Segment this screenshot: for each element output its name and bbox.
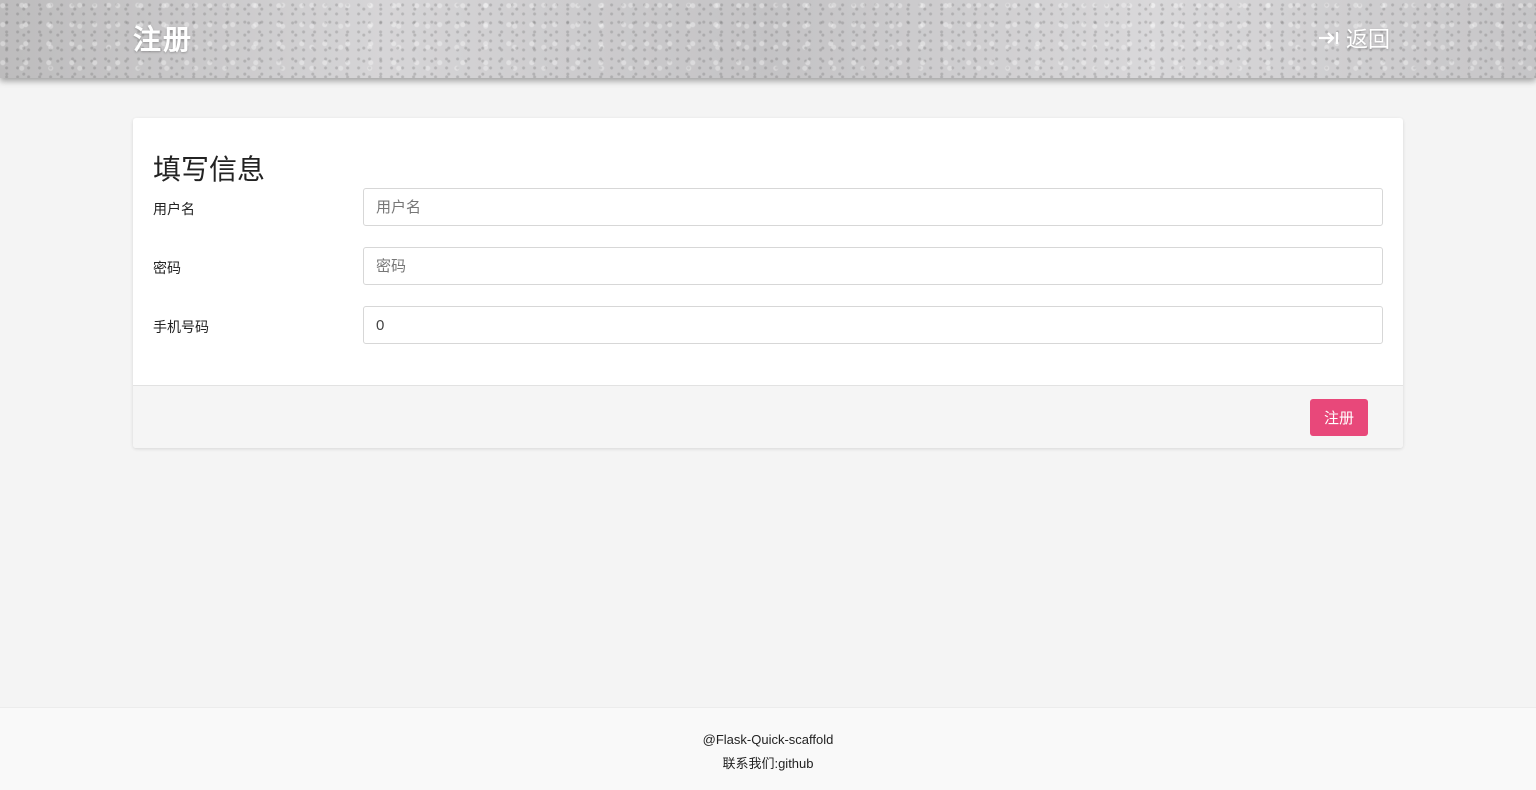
username-input[interactable] (363, 188, 1383, 226)
register-form-card: 填写信息 用户名 密码 手机号码 注册 (133, 118, 1403, 448)
page-footer: @Flask-Quick-scaffold 联系我们:github (0, 707, 1536, 790)
sign-out-arrow-icon (1318, 30, 1340, 46)
top-banner: 注册 返回 (0, 0, 1536, 78)
password-label: 密码 (153, 260, 181, 276)
form-actions: 注册 (133, 385, 1403, 448)
back-link-label: 返回 (1345, 27, 1390, 52)
phone-input[interactable] (363, 306, 1383, 344)
password-input[interactable] (363, 247, 1383, 285)
footer-contact: 联系我们:github (722, 756, 814, 771)
form-title: 填写信息 (153, 154, 266, 185)
username-label: 用户名 (153, 201, 195, 217)
username-row: 用户名 (153, 188, 1383, 226)
phone-label: 手机号码 (153, 319, 209, 335)
back-link[interactable]: 返回 (1318, 22, 1390, 54)
phone-row: 手机号码 (153, 306, 1383, 344)
footer-credit: @Flask-Quick-scaffold (702, 732, 834, 747)
password-row: 密码 (153, 247, 1383, 285)
page-title: 注册 (133, 24, 194, 55)
register-button[interactable]: 注册 (1310, 399, 1368, 436)
